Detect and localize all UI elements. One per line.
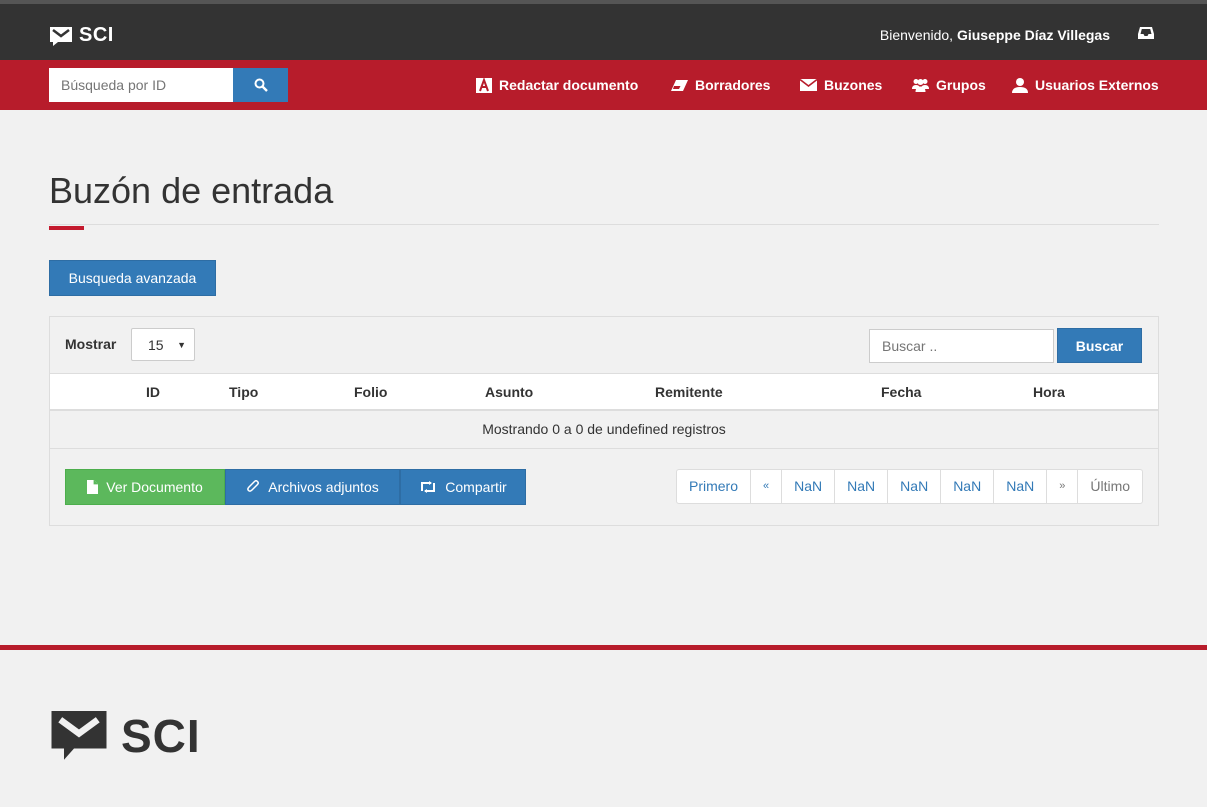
view-document-label: Ver Documento bbox=[106, 479, 203, 495]
user-icon bbox=[1012, 77, 1028, 93]
top-bar: SCI Bienvenido, Giuseppe Díaz Villegas bbox=[0, 0, 1207, 60]
table-search-button[interactable]: Buscar bbox=[1057, 328, 1142, 363]
main-navbar: Redactar documento Borradores Buzones Gr… bbox=[0, 60, 1207, 110]
footer-divider bbox=[0, 645, 1207, 650]
eraser-icon bbox=[671, 79, 688, 91]
share-label: Compartir bbox=[445, 479, 507, 495]
envelope-icon bbox=[800, 79, 817, 91]
pagination-page[interactable]: NaN bbox=[887, 470, 940, 503]
column-header-folio[interactable]: Folio bbox=[354, 384, 387, 400]
pagination-prev[interactable]: « bbox=[750, 470, 781, 503]
user-name[interactable]: Giuseppe Díaz Villegas bbox=[957, 27, 1110, 43]
retweet-icon bbox=[421, 481, 436, 493]
inbox-icon[interactable] bbox=[1138, 26, 1154, 40]
nav-label: Usuarios Externos bbox=[1035, 77, 1159, 93]
document-actions: Ver Documento Archivos adjuntos Comparti… bbox=[65, 469, 526, 505]
footer-logo: SCI bbox=[49, 708, 201, 764]
compose-icon bbox=[476, 77, 492, 93]
pagination-page[interactable]: NaN bbox=[993, 470, 1046, 503]
users-icon bbox=[912, 79, 929, 92]
nav-usuarios-externos[interactable]: Usuarios Externos bbox=[1012, 77, 1159, 93]
file-icon bbox=[87, 480, 99, 494]
brand-name: SCI bbox=[79, 24, 114, 46]
pagination-last[interactable]: Último bbox=[1077, 470, 1142, 503]
show-label: Mostrar bbox=[65, 336, 117, 352]
footer-brand-name: SCI bbox=[121, 710, 201, 762]
table-header: ID Tipo Folio Asunto Remitente Fecha Hor… bbox=[50, 373, 1158, 411]
logo-mail-icon bbox=[51, 711, 107, 760]
pagination: Primero « NaN NaN NaN NaN NaN » Último bbox=[676, 469, 1144, 504]
column-header-tipo[interactable]: Tipo bbox=[229, 384, 258, 400]
page-title: Buzón de entrada bbox=[49, 170, 334, 211]
view-document-button[interactable]: Ver Documento bbox=[65, 469, 225, 505]
pagination-page[interactable]: NaN bbox=[834, 470, 887, 503]
share-button[interactable]: Compartir bbox=[400, 469, 526, 505]
caret-down-icon: ▼ bbox=[177, 340, 186, 350]
nav-grupos[interactable]: Grupos bbox=[912, 77, 986, 93]
welcome-text: Bienvenido, Giuseppe Díaz Villegas bbox=[880, 27, 1110, 43]
page-size-select[interactable]: 15 ▼ bbox=[131, 328, 195, 361]
inbox-panel: Mostrar 15 ▼ Buscar ID Tipo Folio Asunto… bbox=[49, 316, 1159, 526]
column-header-hora[interactable]: Hora bbox=[1033, 384, 1065, 400]
nav-label: Grupos bbox=[936, 77, 986, 93]
pagination-page[interactable]: NaN bbox=[781, 470, 834, 503]
attachments-label: Archivos adjuntos bbox=[268, 479, 379, 495]
nav-label: Buzones bbox=[824, 77, 883, 93]
nav-redactar-documento[interactable]: Redactar documento bbox=[476, 77, 638, 93]
page-size-value: 15 bbox=[148, 336, 164, 353]
nav-borradores[interactable]: Borradores bbox=[671, 77, 770, 93]
advanced-search-button[interactable]: Busqueda avanzada bbox=[49, 260, 216, 296]
pagination-first[interactable]: Primero bbox=[677, 470, 750, 503]
id-search-input[interactable] bbox=[49, 68, 233, 102]
column-header-remitente[interactable]: Remitente bbox=[655, 384, 723, 400]
title-accent-bar bbox=[49, 226, 84, 230]
pagination-next[interactable]: » bbox=[1046, 470, 1077, 503]
column-header-fecha[interactable]: Fecha bbox=[881, 384, 921, 400]
title-divider bbox=[49, 224, 1159, 225]
nav-label: Borradores bbox=[695, 77, 771, 93]
paperclip-icon bbox=[247, 480, 260, 492]
nav-buzones[interactable]: Buzones bbox=[800, 77, 882, 93]
column-header-asunto[interactable]: Asunto bbox=[485, 384, 533, 400]
attachments-button[interactable]: Archivos adjuntos bbox=[225, 469, 400, 505]
pagination-page[interactable]: NaN bbox=[940, 470, 993, 503]
id-search-button[interactable] bbox=[233, 68, 288, 102]
welcome-prefix: Bienvenido, bbox=[879, 27, 954, 43]
table-empty-row: Mostrando 0 a 0 de undefined registros bbox=[50, 411, 1158, 449]
table-search-input[interactable] bbox=[869, 329, 1054, 363]
logo-mail-icon bbox=[50, 26, 72, 46]
nav-label: Redactar documento bbox=[499, 77, 639, 93]
app-logo[interactable]: SCI bbox=[49, 24, 114, 47]
column-header-id[interactable]: ID bbox=[146, 384, 160, 400]
search-icon bbox=[254, 78, 268, 92]
